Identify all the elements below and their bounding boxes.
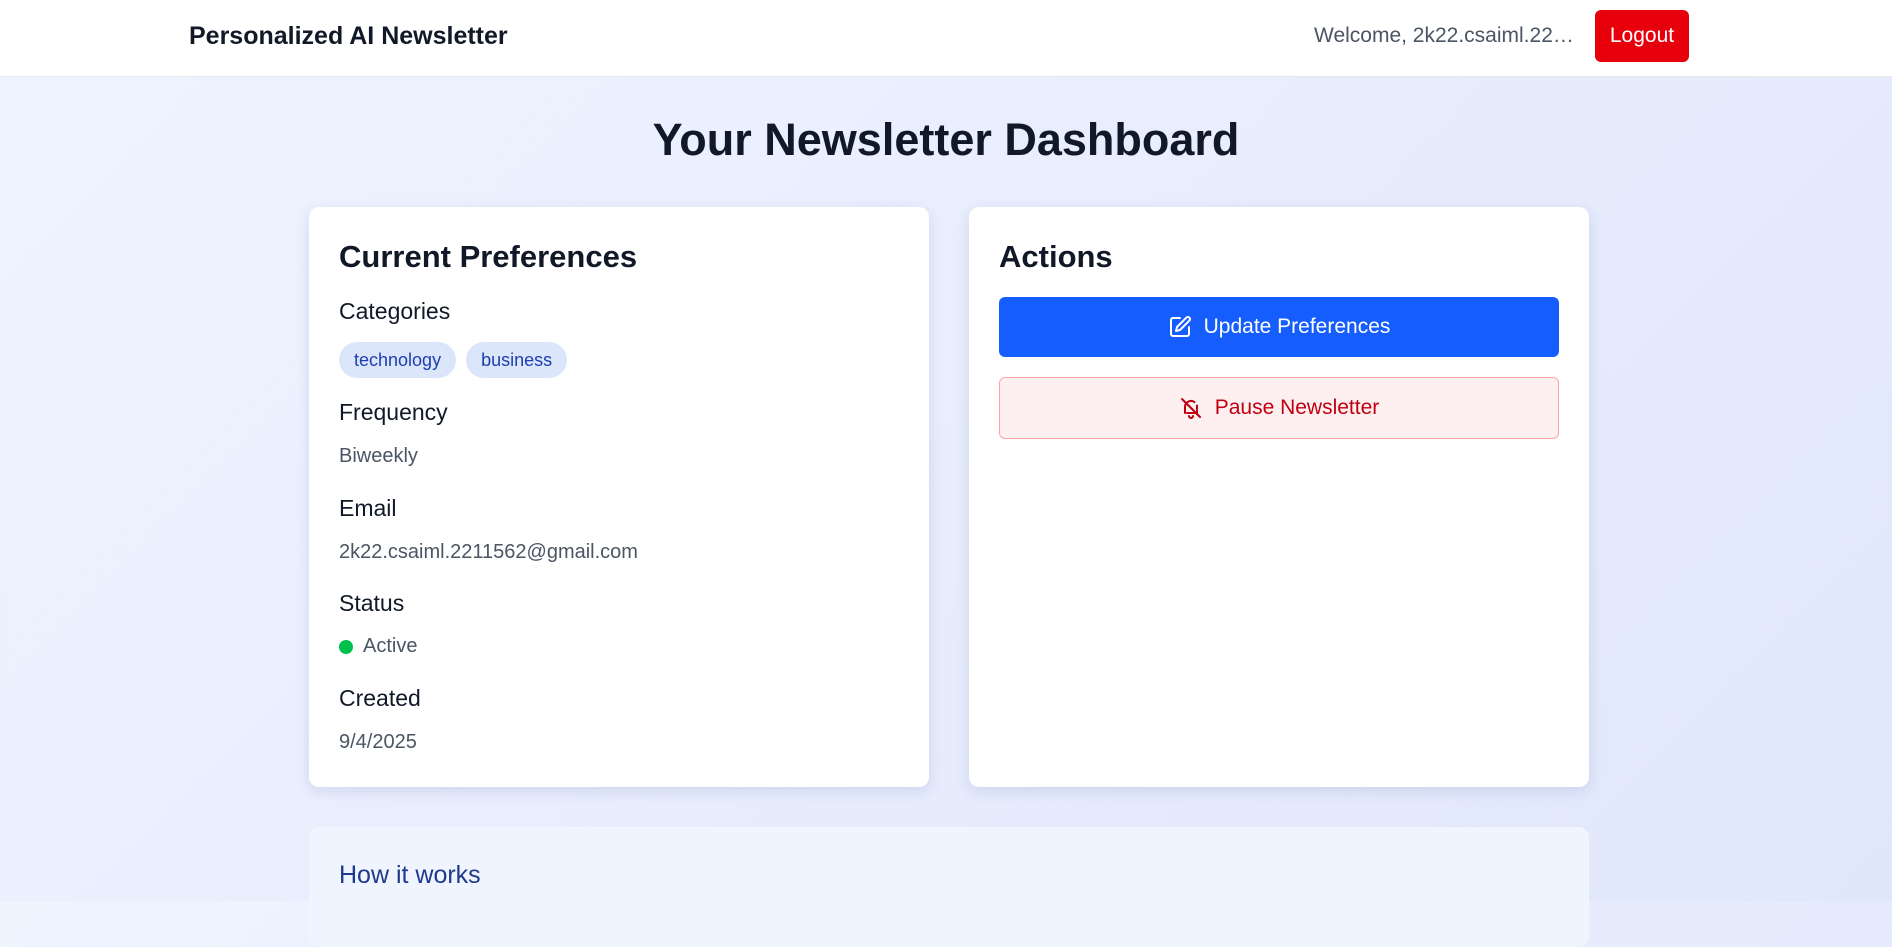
top-navbar: Personalized AI Newsletter Welcome, 2k22… — [0, 0, 1892, 77]
created-value: 9/4/2025 — [339, 731, 417, 753]
category-tag: business — [466, 342, 568, 378]
update-preferences-label: Update Preferences — [1203, 315, 1391, 338]
bell-off-icon — [1179, 396, 1203, 420]
update-preferences-button[interactable]: Update Preferences — [999, 297, 1559, 357]
app-brand: Personalized AI Newsletter — [189, 22, 508, 50]
categories-label: Categories — [339, 298, 451, 324]
edit-icon — [1168, 315, 1192, 339]
how-it-works-title: How it works — [339, 861, 481, 889]
status-text: Active — [363, 635, 418, 657]
logout-button[interactable]: Logout — [1595, 10, 1689, 62]
category-tags: technology business — [339, 342, 568, 378]
status-value: Active — [339, 635, 417, 658]
status-label: Status — [339, 590, 405, 616]
how-it-works-section: How it works — [309, 827, 1589, 947]
preferences-title: Current Preferences — [339, 239, 638, 274]
email-value: 2k22.csaiml.2211562@gmail.com — [339, 541, 638, 563]
created-label: Created — [339, 685, 421, 711]
current-preferences-card: Current Preferences Categories technolog… — [309, 207, 929, 787]
email-label: Email — [339, 495, 397, 521]
actions-card: Actions Update Preferences Pause Newslet… — [969, 207, 1589, 787]
frequency-label: Frequency — [339, 399, 448, 425]
pause-newsletter-label: Pause Newsletter — [1214, 396, 1380, 419]
actions-title: Actions — [999, 239, 1113, 274]
category-tag: technology — [339, 342, 457, 378]
pause-newsletter-button[interactable]: Pause Newsletter — [999, 377, 1559, 439]
page-title: Your Newsletter Dashboard — [652, 114, 1240, 165]
frequency-value: Biweekly — [339, 445, 418, 467]
welcome-text: Welcome, 2k22.csaiml.2211562@gmail.com — [1314, 24, 1574, 47]
status-dot-icon — [339, 639, 353, 654]
